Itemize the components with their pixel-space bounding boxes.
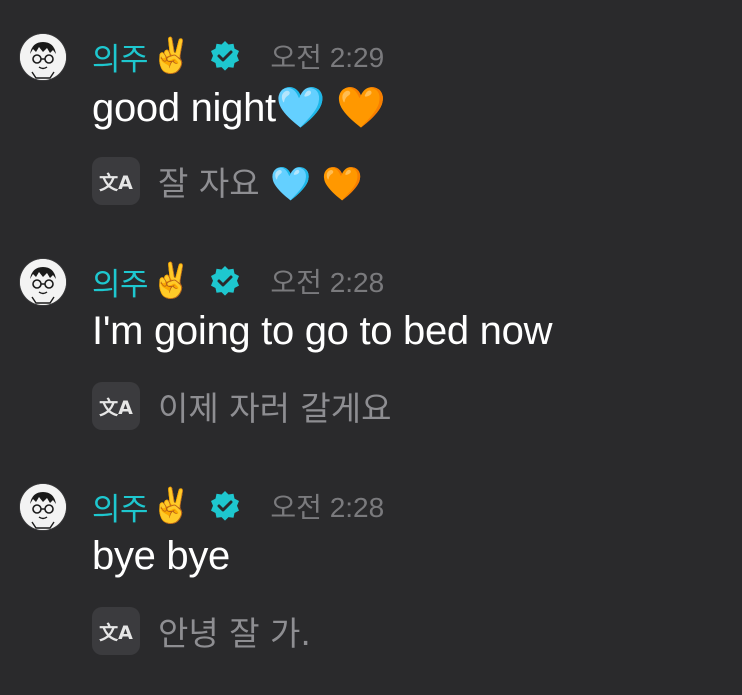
avatar[interactable] (20, 259, 66, 305)
translate-icon[interactable]: 文A (92, 382, 140, 430)
translated-text: 안녕 잘 가. (158, 614, 311, 653)
cartoon-face-avatar-icon (20, 259, 66, 305)
chat-feed: 의주 ✌️ 오전 2:29 good night🩵 🧡 文A 잘 자요 🩵 🧡 (0, 0, 742, 695)
author-name[interactable]: 의주 (92, 484, 149, 529)
message-text: I'm going to go to bed now (92, 309, 553, 353)
translate-icon[interactable]: 文A (92, 157, 140, 205)
translation-row: 文A 이제 자러 갈게요 (92, 382, 392, 430)
peace-emoji: ✌️ (150, 486, 193, 526)
verified-badge-icon (211, 266, 240, 296)
message-text: bye bye (92, 534, 230, 578)
message-timestamp: 오전 2:28 (270, 267, 385, 298)
message-timestamp: 오전 2:29 (270, 42, 385, 73)
message-header: 의주 ✌️ 오전 2:28 (92, 259, 385, 304)
translation-row: 文A 잘 자요 🩵 🧡 (92, 157, 363, 205)
message-header: 의주 ✌️ 오전 2:29 (92, 34, 385, 79)
verified-badge-icon (211, 41, 240, 71)
cartoon-face-avatar-icon (20, 484, 66, 530)
message-text: good night🩵 🧡 (92, 86, 386, 130)
verified-badge-icon (211, 491, 240, 521)
translate-icon[interactable]: 文A (92, 607, 140, 655)
author-name[interactable]: 의주 (92, 34, 149, 79)
cartoon-face-avatar-icon (20, 34, 66, 80)
translation-row: 文A 안녕 잘 가. (92, 607, 311, 655)
avatar[interactable] (20, 484, 66, 530)
peace-emoji: ✌️ (150, 36, 193, 76)
translated-text: 잘 자요 🩵 🧡 (158, 164, 363, 203)
peace-emoji: ✌️ (150, 261, 193, 301)
message-header: 의주 ✌️ 오전 2:28 (92, 484, 385, 529)
translated-text: 이제 자러 갈게요 (158, 389, 392, 428)
author-name[interactable]: 의주 (92, 259, 149, 304)
avatar[interactable] (20, 34, 66, 80)
message-timestamp: 오전 2:28 (270, 492, 385, 523)
